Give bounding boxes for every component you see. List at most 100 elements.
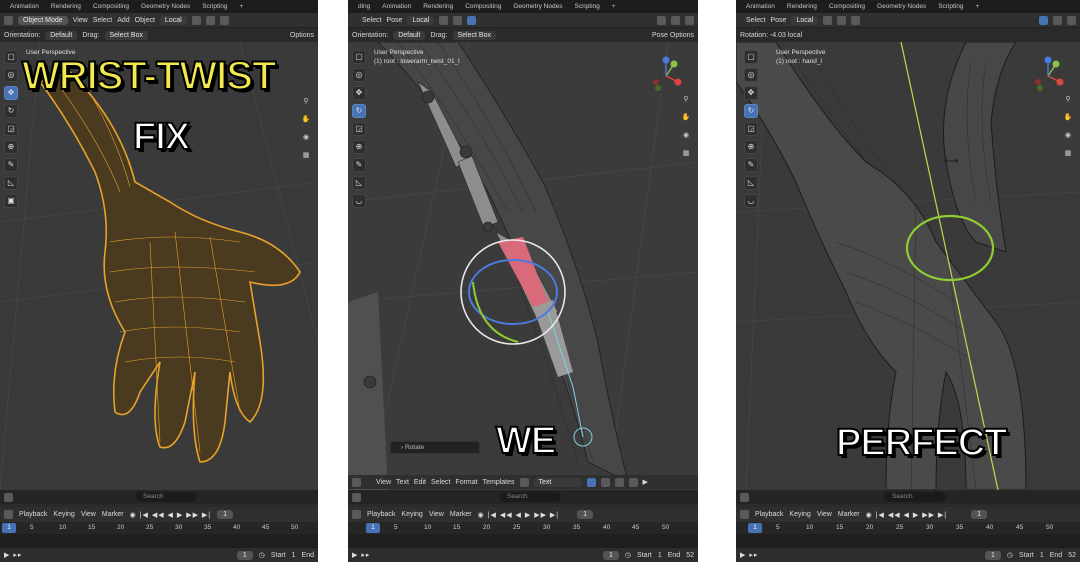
shading-material-icon[interactable] — [685, 15, 694, 25]
menu-marker[interactable]: Marker — [838, 511, 860, 518]
search-input[interactable]: Search — [884, 492, 946, 502]
link-icon[interactable] — [823, 15, 833, 25]
shading-solid-icon[interactable] — [1053, 15, 1062, 25]
current-frame-field[interactable]: 1 — [217, 510, 234, 519]
timeline-body[interactable] — [0, 534, 318, 548]
menu-view[interactable]: View — [376, 479, 391, 486]
annotate-tool-icon[interactable]: ✎ — [352, 158, 366, 172]
snap-toggle-icon[interactable] — [467, 15, 477, 25]
menu-select[interactable]: Select — [362, 17, 381, 24]
bone-roll-tool-icon[interactable]: ◡ — [744, 194, 758, 208]
transform-orientation-dropdown[interactable]: Local — [407, 15, 435, 25]
timeline-ruler[interactable]: 1 5 10 15 20 25 30 35 40 45 50 — [348, 522, 698, 534]
clock-icon[interactable] — [4, 510, 13, 519]
measure-tool-icon[interactable]: ◺ — [4, 176, 18, 190]
tab-compositing[interactable]: Compositing — [465, 3, 501, 10]
tab-rendering[interactable]: Rendering — [51, 3, 81, 10]
menu-edit[interactable]: Edit — [414, 479, 426, 486]
tab-animation[interactable]: Animation — [382, 3, 411, 10]
menu-format[interactable]: Format — [455, 479, 477, 486]
play-controls[interactable]: ▶ ▸▸ — [4, 551, 22, 559]
tab-geometry-nodes[interactable]: Geometry Nodes — [877, 3, 926, 10]
tab-animation[interactable]: Animation — [746, 3, 775, 10]
clock-icon[interactable] — [740, 510, 749, 519]
zoom-icon[interactable]: ⚲ — [1062, 94, 1074, 106]
tab-geometry-nodes[interactable]: Geometry Nodes — [141, 3, 190, 10]
editor-type-icon[interactable] — [740, 492, 749, 502]
annotate-tool-icon[interactable]: ✎ — [4, 158, 18, 172]
clock-icon[interactable] — [352, 510, 361, 519]
proportional-edit-icon[interactable] — [851, 15, 861, 25]
scale-tool-icon[interactable]: ◲ — [744, 122, 758, 136]
move-tool-icon[interactable]: ✥ — [352, 86, 366, 100]
navigation-gizmo[interactable] — [1028, 56, 1068, 96]
menu-add[interactable]: Add — [117, 17, 129, 24]
start-field[interactable]: 1 — [658, 552, 662, 559]
end-field[interactable]: 52 — [1068, 552, 1076, 559]
tab-compositing[interactable]: Compositing — [93, 3, 129, 10]
current-frame-field[interactable]: 1 — [577, 510, 594, 519]
menu-playback[interactable]: Playback — [755, 511, 783, 518]
new-text-icon[interactable] — [600, 477, 610, 487]
menu-select[interactable]: Select — [746, 17, 765, 24]
menu-marker[interactable]: Marker — [450, 511, 472, 518]
playback-controls[interactable]: ◉ |◀ ◀◀ ◀ ▶ ▶▶ ▶| — [866, 511, 947, 519]
orientation-dropdown[interactable]: Default — [45, 30, 78, 40]
cursor-tool-icon[interactable]: ◎ — [4, 68, 18, 82]
rotate-tool-icon[interactable]: ↻ — [4, 104, 18, 118]
navigation-gizmo[interactable] — [646, 56, 686, 96]
move-tool-icon[interactable]: ✥ — [744, 86, 758, 100]
measure-tool-icon[interactable]: ◺ — [744, 176, 758, 190]
search-input[interactable]: Search — [499, 492, 561, 502]
pan-hand-icon[interactable]: ✋ — [680, 112, 692, 124]
playhead[interactable]: 1 — [2, 523, 16, 533]
search-input[interactable]: Search — [135, 492, 197, 502]
editor-type-icon[interactable] — [4, 492, 13, 502]
menu-playback[interactable]: Playback — [19, 511, 47, 518]
current-frame-field[interactable]: 1 — [971, 510, 988, 519]
select-tool-icon[interactable]: ▢ — [352, 50, 366, 64]
start-field[interactable]: 1 — [1040, 552, 1044, 559]
add-workspace-button[interactable]: + — [612, 3, 616, 10]
cursor-tool-icon[interactable]: ◎ — [352, 68, 366, 82]
shading-material-icon[interactable] — [1067, 15, 1076, 25]
tab-geometry-nodes[interactable]: Geometry Nodes — [513, 3, 562, 10]
menu-pose[interactable]: Pose — [770, 17, 786, 24]
timeline-ruler[interactable]: 1 5 10 15 20 25 30 35 40 45 50 — [736, 522, 1080, 534]
close-icon[interactable] — [628, 477, 638, 487]
tab-scripting[interactable]: Scripting — [574, 3, 599, 10]
add-workspace-button[interactable]: + — [975, 3, 979, 10]
tab-scripting[interactable]: Scripting — [202, 3, 227, 10]
select-tool-icon[interactable]: ▢ — [744, 50, 758, 64]
3d-viewport[interactable]: ⟷ User Perspective (1) root : hand_l ▢ ◎… — [736, 42, 1080, 490]
link-icon[interactable] — [191, 15, 201, 25]
camera-icon[interactable]: ◉ — [680, 130, 692, 142]
3d-viewport[interactable]: User Perspective ▢ ◎ ✥ ↻ ◲ ⊕ ✎ ◺ ▣ ⚲ ✋ ◉… — [0, 42, 318, 490]
tab-scripting[interactable]: Scripting — [938, 3, 963, 10]
timeline-body[interactable] — [348, 534, 698, 548]
menu-select[interactable]: Select — [431, 479, 450, 486]
menu-text[interactable]: Text — [396, 479, 409, 486]
tab-rendering[interactable]: Rendering — [423, 3, 453, 10]
menu-object[interactable]: Object — [135, 17, 155, 24]
transform-tool-icon[interactable]: ⊕ — [4, 140, 18, 154]
transform-orientation-dropdown[interactable]: Local — [159, 15, 187, 25]
menu-view[interactable]: View — [73, 17, 88, 24]
timeline-ruler[interactable]: 1 5 10 15 20 25 30 35 40 45 50 — [0, 522, 318, 534]
menu-pose[interactable]: Pose — [386, 17, 402, 24]
drag-dropdown[interactable]: Select Box — [104, 30, 148, 40]
playhead[interactable]: 1 — [748, 523, 762, 533]
options-dropdown[interactable]: Options — [290, 32, 314, 39]
menu-playback[interactable]: Playback — [367, 511, 395, 518]
pan-hand-icon[interactable]: ✋ — [300, 114, 312, 126]
playback-controls[interactable]: ◉ |◀ ◀◀ ◀ ▶ ▶▶ ▶| — [130, 511, 211, 519]
zoom-icon[interactable]: ⚲ — [300, 96, 312, 108]
tab-shading[interactable]: ding — [358, 3, 370, 10]
overlay-icon[interactable] — [1039, 15, 1048, 25]
drag-dropdown[interactable]: Select Box — [452, 30, 496, 40]
text-block-icon[interactable] — [519, 477, 529, 487]
run-script-icon[interactable]: ▶ — [643, 478, 648, 486]
menu-keying[interactable]: Keying — [53, 511, 74, 518]
snap-icon[interactable] — [205, 15, 215, 25]
tab-rendering[interactable]: Rendering — [787, 3, 817, 10]
